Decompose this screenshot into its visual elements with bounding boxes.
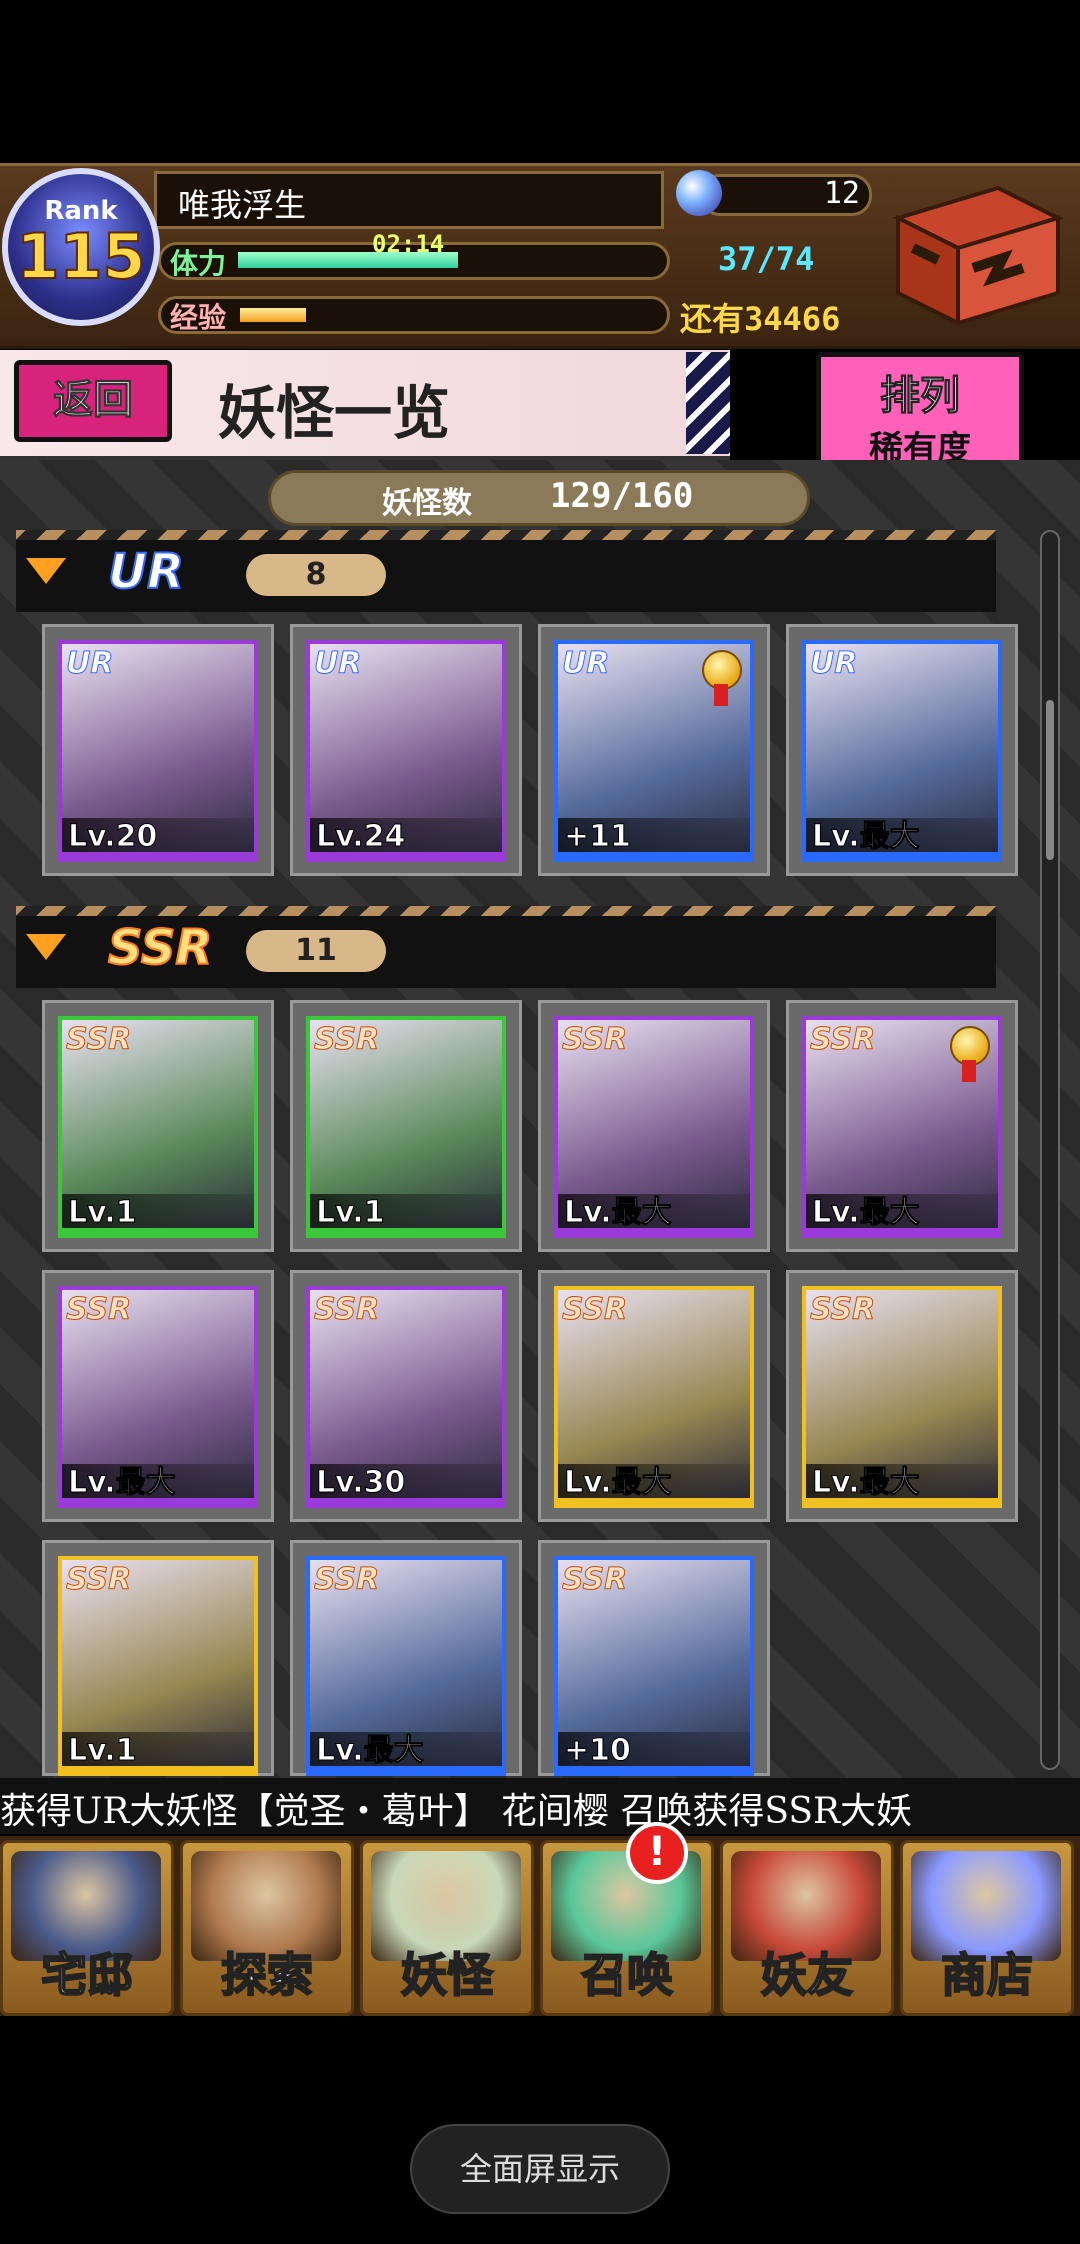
exp-label: 经验 [170,301,227,334]
yokai-level: Lv.最大 [62,1464,254,1504]
nav-label: 妖怪 [400,1947,494,2003]
yokai-card[interactable]: SSR Lv.1 [306,1016,506,1238]
rank-value: 115 [15,220,146,293]
rarity-badge: SSR [561,1562,628,1598]
yokai-card[interactable]: SSR Lv.最大 [802,1016,1002,1238]
nav-house[interactable]: 宅邸 [0,1840,174,2016]
rank-badge: Rank 115 [2,168,160,326]
rarity-badge: UR [561,646,610,682]
nav-label: 商店 [940,1947,1034,2003]
fullscreen-button[interactable]: 全面屏显示 [410,2124,670,2214]
title-stripe [686,352,730,454]
rarity-badge: SSR [313,1292,380,1328]
exp-remaining: 还有34466 [680,300,841,338]
yokai-level: Lv.1 [310,1194,502,1234]
section-count: 11 [246,930,386,972]
stamina-label: 体力 [170,247,227,280]
yokai-card[interactable]: SSR +10 [554,1556,754,1776]
stamina-timer: 02:14 [372,230,445,258]
scroll-thumb[interactable] [1046,700,1054,860]
yokai-level: Lv.20 [62,818,254,858]
yokai-level: Lv.1 [62,1732,254,1772]
medal-icon [702,650,742,706]
yokai-card[interactable]: SSR Lv.最大 [58,1286,258,1508]
yokai-level: Lv.最大 [558,1464,750,1504]
nav-scroll[interactable]: 妖怪 [360,1840,534,2016]
yokai-level: Lv.最大 [806,1194,998,1234]
yokai-card[interactable]: UR +11 [554,640,754,862]
medal-icon [950,1026,990,1082]
section-header-ssr[interactable]: SSR 11 [16,906,996,988]
yokai-level: Lv.1 [62,1194,254,1234]
yokai-card[interactable]: SSR Lv.1 [58,1556,258,1776]
nav-label: 妖友 [760,1947,854,2003]
page-title: 妖怪一览 [218,379,451,447]
collapse-arrow-icon[interactable] [26,934,66,960]
stamina-count: 37/74 [718,240,815,278]
section-count: 8 [246,554,386,596]
yokai-level: Lv.24 [310,818,502,858]
yokai-count-label: 妖怪数 [382,486,472,521]
yokai-card[interactable]: UR Lv.20 [58,640,258,862]
yokai-card[interactable]: SSR Lv.最大 [802,1286,1002,1508]
orb-count: 12 [823,176,860,211]
nav-label: 召唤 [580,1947,674,2003]
rarity-badge: SSR [313,1022,380,1058]
yokai-level: Lv.30 [310,1464,502,1504]
rarity-badge: SSR [561,1022,628,1058]
yokai-level: +11 [558,818,750,858]
rarity-badge: SSR [313,1562,380,1598]
rarity-badge: SSR [65,1292,132,1328]
player-name: 唯我浮生 [178,186,307,224]
yokai-card[interactable]: SSR Lv.最大 [306,1556,506,1776]
yokai-count-bar [268,470,810,526]
yokai-card[interactable]: SSR Lv.最大 [554,1286,754,1508]
collapse-arrow-icon[interactable] [26,558,66,584]
nav-magnifier[interactable]: 探索 [180,1840,354,2016]
rarity-badge: SSR [561,1292,628,1328]
sort-label: 排列 [880,373,961,420]
orb-icon [676,170,722,216]
yokai-level: Lv.最大 [806,818,998,858]
gift-box-icon[interactable] [878,178,1066,328]
rarity-badge: SSR [65,1562,132,1598]
rarity-badge: UR [65,646,114,682]
yokai-level: +10 [558,1732,750,1772]
section-rarity-label: SSR [107,919,213,977]
rarity-badge: SSR [809,1292,876,1328]
yokai-card[interactable]: SSR Lv.1 [58,1016,258,1238]
rarity-badge: SSR [809,1022,876,1058]
exp-bar [158,296,670,334]
nav-label: 宅邸 [40,1947,134,2003]
rarity-badge: SSR [65,1022,132,1058]
rarity-badge: UR [809,646,858,682]
nav-label: 探索 [220,1947,314,2003]
exp-fill [240,308,306,322]
yokai-count-value: 129/160 [550,476,694,516]
back-button[interactable]: 返回 [14,360,172,442]
nav-fox-girl[interactable]: 妖友 [720,1840,894,2016]
summon-alert-badge: ! [626,1822,688,1884]
section-header-ur[interactable]: UR 8 [16,530,996,612]
yokai-level: Lv.最大 [310,1732,502,1772]
section-rarity-label: UR [107,543,185,601]
rarity-badge: UR [313,646,362,682]
yokai-card[interactable]: UR Lv.24 [306,640,506,862]
nav-crystal-orb[interactable]: 商店 [900,1840,1074,2016]
yokai-level: Lv.最大 [558,1194,750,1234]
nav-pentagram[interactable]: 召唤 [540,1840,714,2016]
sort-button[interactable]: 排列 稀有度 [816,352,1024,470]
yokai-card[interactable]: UR Lv.最大 [802,640,1002,862]
news-ticker-text: 获得UR大妖怪【觉圣・葛叶】 花间樱 召唤获得SSR大妖 [0,1791,913,1832]
yokai-card[interactable]: SSR Lv.最大 [554,1016,754,1238]
yokai-card[interactable]: SSR Lv.30 [306,1286,506,1508]
yokai-level: Lv.最大 [806,1464,998,1504]
